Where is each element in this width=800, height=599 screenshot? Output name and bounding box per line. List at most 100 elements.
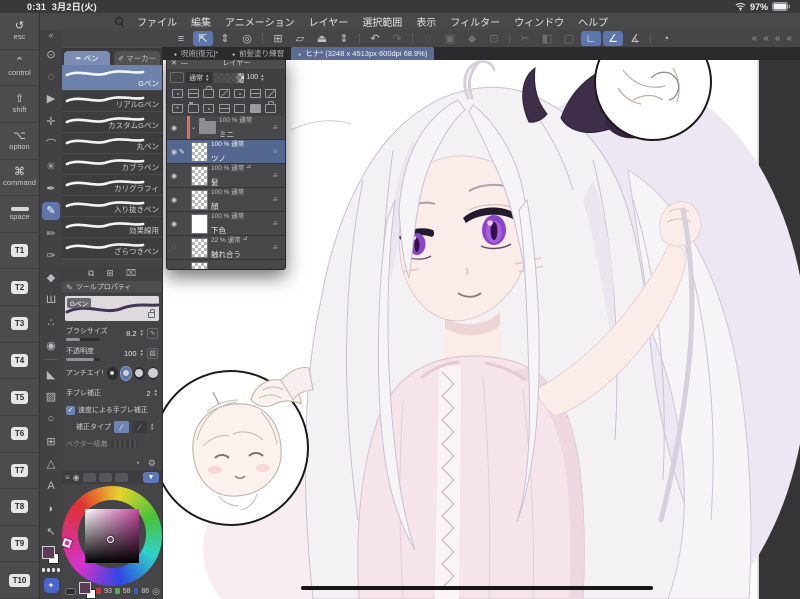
ミニ[interactable]: ⌄ 100 % 通常 ミニ ≡ [167,116,285,140]
redo-icon[interactable]: ↷ [387,31,407,46]
layer-visibility-icon[interactable] [169,196,179,204]
color-set-dots[interactable] [41,568,61,572]
document-tab[interactable]: 呪術[復元]* [167,47,225,60]
antialias-none[interactable] [107,366,118,380]
document-tab[interactable]: ヒナ* (3248 x 4513px 600dpi 68.9%) [291,47,435,60]
layer-thumbnail[interactable] [191,213,208,234]
layer-visibility-icon[interactable] [169,220,179,228]
antialias-middle[interactable] [134,366,145,380]
primary-color-swatch[interactable] [42,546,55,560]
下色[interactable]: ⌄ 100 % 通常 下色 ≡ [167,212,285,236]
key-t8[interactable]: T8 [0,489,39,526]
menu-item[interactable]: 表示 [416,14,436,29]
zoom-tool-icon[interactable]: ⊙ [42,45,60,63]
color-swatches[interactable] [78,581,96,599]
delete-layer-icon[interactable] [265,101,276,113]
layer-thumbnail[interactable] [199,118,216,134]
collapse-arrow-icon[interactable]: « [786,33,792,44]
layer-menu-icon[interactable]: ≡ [273,267,285,269]
subtool-tab[interactable]: ✒ ペン [64,51,110,65]
顔[interactable]: ⌄ 100 % 通常 顔 ≡ [167,188,285,212]
primary-color-swatch[interactable] [78,581,91,594]
reference-layer-icon[interactable] [249,89,261,98]
snap-ruler-icon[interactable]: ∟ [581,31,601,46]
pen-item[interactable]: 入り抜きペン [62,196,162,217]
pen-item[interactable]: カブラペン [62,154,162,175]
pan-mode-icon[interactable]: ⇱ [193,31,213,46]
key-t7[interactable]: T7 [0,453,39,490]
menu-item[interactable]: 選択範囲 [362,14,402,29]
timelapse-icon[interactable]: ◔ [656,31,676,46]
pen-item[interactable]: 丸ペン [62,133,162,154]
move-tool-icon[interactable]: ✛ [42,112,60,130]
subtool-tab[interactable]: ✐ マーカー [114,51,160,65]
stabilize-stepper[interactable]: ▲ ▼ [154,388,158,397]
delete-subtool-icon[interactable]: ⌧ [126,268,136,279]
menu-item[interactable]: ヘルプ [578,14,608,29]
layer-opacity-slider[interactable] [214,72,245,83]
expand-panel-icon[interactable]: ▼ [143,471,159,483]
correction-type-a-icon[interactable]: ∕ [114,421,129,433]
fill-icon[interactable]: ◆ [462,31,482,46]
key-t10[interactable]: T10 [0,562,39,599]
collapse-arrow-icon[interactable]: « [775,33,781,44]
layer-visibility-icon[interactable] [169,172,179,180]
crop-icon[interactable]: ⊡ [484,31,504,46]
text-tool-icon[interactable]: A [42,477,60,495]
clip-studio-logo-icon[interactable] [113,16,125,28]
antialias-strong[interactable] [147,366,158,380]
key-t2[interactable]: T2 [0,269,39,306]
menu-item[interactable]: ウィンドウ [514,14,564,29]
frame-tool-icon[interactable]: ⊞ [42,433,60,451]
layer-opacity-stepper[interactable]: ▲ ▼ [260,73,264,82]
gradient-tool-icon[interactable]: ▨ [42,388,60,406]
layer-visibility-icon[interactable] [169,148,179,156]
advanced-settings-icon[interactable]: ⚙ [148,458,156,469]
collapse-arrow-icon[interactable]: « [763,33,769,44]
opacity-stepper[interactable]: ▲ ▼ [140,348,144,357]
bucket-tool-icon[interactable]: ◣ [42,365,60,383]
layer-opacity-value[interactable]: 100 [246,74,258,81]
snap-guide-icon[interactable]: ∡ [625,31,645,46]
brushpen-tool-icon[interactable]: ✑ [42,247,60,265]
layer-thumbnail[interactable] [191,261,208,269]
reset-settings-icon[interactable]: ◔ [134,458,139,468]
minimize-icon[interactable]: — [181,60,188,67]
gesture-icon[interactable]: ◎ [237,31,257,46]
pen-item[interactable]: カリグラフィ [62,175,162,196]
new-layer-icon[interactable] [172,103,183,113]
color-slider-icon[interactable] [65,587,76,595]
brush-tool-icon[interactable]: Ш [42,291,60,309]
key-space[interactable]: space [0,196,39,233]
export-expand-icon[interactable]: ⇕ [334,31,354,46]
antialias-weak[interactable] [119,365,132,381]
new-canvas-icon[interactable]: ⊞ [268,31,288,46]
layer-visibility-icon[interactable] [169,124,179,132]
draft-layer-icon[interactable] [234,89,245,98]
layer-mask-icon[interactable] [265,89,276,98]
new-folder-icon[interactable] [187,102,199,113]
wand-tool-icon[interactable]: ✳ [42,157,60,175]
layer-combine-icon[interactable] [170,72,184,83]
layer-menu-icon[interactable]: ≡ [273,171,285,180]
object-select-tool-icon[interactable]: ▶ [42,90,60,108]
collapse-arrow-icon[interactable]: « [752,33,758,44]
key-t3[interactable]: T3 [0,306,39,343]
pen-tool-icon[interactable]: ✎ [42,201,60,220]
触れ合う[interactable]: ⌄ 22 % 通常 触れ合う ≡ [167,236,285,260]
layer-visibility-icon[interactable] [169,244,179,251]
close-icon[interactable]: ✕ [171,59,177,67]
brush-size-stepper[interactable]: ▲ ▼ [140,328,144,337]
duplicate-subtool-icon[interactable]: ⧉ [88,268,94,279]
airbrush-tool-icon[interactable]: ∴ [42,314,60,332]
sv-cursor[interactable] [107,536,114,543]
color-tab-2[interactable] [98,472,112,482]
merge-down-icon[interactable] [218,104,230,113]
layer-thumbnail[interactable] [191,141,208,162]
toolbar-expand-icon[interactable]: ⇕ [215,31,235,46]
menu-item[interactable]: レイヤー [309,14,349,29]
correction-type-stepper[interactable]: ▲ ▼ [150,422,154,431]
color-history-icon[interactable]: ◎ [152,586,160,597]
opacity-dynamics-icon[interactable]: ▧ [147,347,158,359]
correction-type-b-icon[interactable]: ∕ [132,421,147,433]
